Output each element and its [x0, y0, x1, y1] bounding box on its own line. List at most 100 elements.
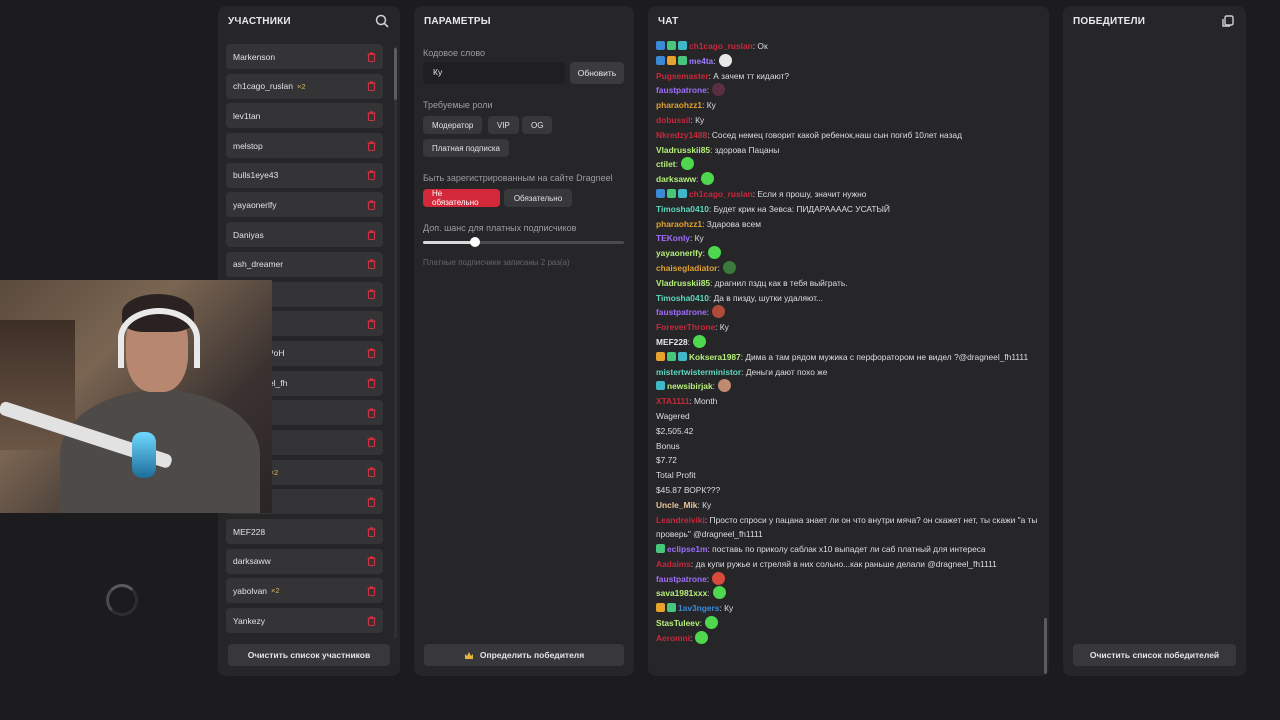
keyword-input[interactable]: Ку — [423, 62, 565, 84]
trash-icon[interactable] — [367, 586, 376, 596]
chat-username[interactable]: Timosha0410 — [656, 293, 709, 303]
copy-icon[interactable] — [1220, 13, 1236, 29]
chat-username[interactable]: newsibirjak — [667, 381, 713, 391]
chat-username[interactable]: MEF228 — [656, 337, 688, 347]
chat-username[interactable]: pharaohzz1 — [656, 100, 702, 110]
chat-username[interactable]: StasTuleev — [656, 618, 700, 628]
trash-icon[interactable] — [367, 318, 376, 329]
update-button[interactable]: Обновить — [570, 62, 624, 84]
participant-row[interactable]: lev1tan — [226, 103, 383, 129]
chat-username[interactable]: Nkredzy1488 — [656, 130, 707, 140]
chat-username[interactable]: Timosha0410 — [656, 204, 709, 214]
participants-scroll-thumb[interactable] — [394, 48, 397, 100]
chat-message: Pugsemaster: А зачем тт кидают? — [656, 69, 1039, 84]
chat-emote-icon — [712, 571, 726, 585]
chance-slider-fill — [423, 241, 476, 244]
chat-username[interactable]: ctilet — [656, 159, 676, 169]
determine-winner-button[interactable]: Определить победителя — [424, 644, 624, 666]
role-chip-paid-sub[interactable]: Платная подписка — [423, 139, 509, 157]
chat-text: : — [689, 632, 693, 643]
chat-username[interactable]: sava1981xxx — [656, 588, 707, 598]
participant-row[interactable]: darksaww — [226, 548, 383, 574]
chat-username[interactable]: me4ta — [689, 56, 713, 66]
participant-row[interactable]: Yankezy — [226, 608, 383, 634]
trash-icon[interactable] — [367, 140, 376, 151]
trash-icon[interactable] — [367, 111, 376, 121]
chat-username[interactable]: Uncle_Mik — [656, 500, 697, 510]
chat-username[interactable]: pharaohzz1 — [656, 219, 702, 229]
participant-row[interactable]: MEF228 — [226, 519, 383, 544]
trash-icon[interactable] — [367, 229, 376, 240]
chat-username[interactable]: Pugsemaster — [656, 71, 709, 81]
trash-icon[interactable] — [367, 497, 376, 507]
chat-badge-icon — [656, 55, 665, 65]
chat-username[interactable]: TEKonly — [656, 233, 690, 243]
participant-row[interactable]: yayaonerlfy — [226, 192, 383, 218]
trash-icon[interactable] — [367, 81, 376, 92]
chat-scroll-thumb[interactable] — [1044, 618, 1047, 674]
participant-row[interactable]: Daniyas — [226, 222, 383, 248]
participants-scrollbar[interactable] — [394, 46, 397, 638]
chat-scrollbar[interactable] — [1044, 36, 1047, 676]
participant-row[interactable]: yabolvan ×2 — [226, 578, 383, 604]
chat-username[interactable]: ch1cago_ruslan — [689, 189, 753, 199]
chat-username[interactable]: Vladrusskii85 — [656, 145, 710, 155]
chat-message: Aeromni: — [656, 630, 1039, 646]
chat-username[interactable]: ForeverThrone — [656, 322, 715, 332]
chat-text: : Сосед немец говорит какой ребенок,наш … — [707, 129, 962, 140]
trash-icon[interactable] — [367, 615, 376, 626]
chat-username[interactable]: Leandreiviki — [656, 515, 705, 525]
chat-username[interactable]: Aadaims — [656, 559, 691, 569]
trash-icon[interactable] — [367, 526, 376, 537]
chat-username[interactable]: yayaonerlfy — [656, 248, 703, 258]
trash-icon[interactable] — [367, 467, 376, 478]
role-chip-moderator[interactable]: Модератор — [423, 116, 483, 134]
trash-icon[interactable] — [367, 259, 376, 270]
registered-option-optional[interactable]: Не обязательно — [423, 189, 500, 207]
chat-username[interactable]: faustpatrone — [656, 307, 707, 317]
chat-text: $45.87 ВОРК??? — [656, 484, 721, 495]
participant-row[interactable]: ch1cago_ruslan ×2 — [226, 73, 383, 99]
trash-icon[interactable] — [367, 556, 376, 567]
chat-username[interactable]: ch1cago_ruslan — [689, 41, 753, 51]
chance-label: Доп. шанс для платных подписчиков — [423, 223, 577, 233]
trash-icon[interactable] — [367, 170, 376, 181]
chat-message: $45.87 ВОРК??? — [656, 483, 1039, 498]
chat-message: Aadaims: да купи ружье и стреляй в них с… — [656, 557, 1039, 572]
trash-icon[interactable] — [367, 200, 376, 210]
trash-icon[interactable] — [367, 348, 376, 359]
trash-icon[interactable] — [367, 378, 376, 389]
participant-row[interactable]: Markenson — [226, 44, 383, 69]
chat-message: Bonus — [656, 439, 1039, 454]
chat-username[interactable]: Aeromni — [656, 633, 690, 643]
chat-username[interactable]: mistertwisterministor — [656, 367, 741, 377]
chance-slider-knob[interactable] — [470, 237, 481, 247]
participant-row[interactable]: melstop — [226, 133, 383, 159]
chat-username[interactable]: faustpatrone — [656, 574, 707, 584]
participant-row[interactable]: ash_dreamer — [226, 251, 383, 277]
chat-message: Total Profit — [656, 468, 1039, 483]
chat-username[interactable]: XTA1111 — [656, 396, 689, 406]
chat-username[interactable]: Koksera1987 — [689, 352, 741, 362]
chat-username[interactable]: Vladrusskii85 — [656, 278, 710, 288]
role-chip-vip[interactable]: VIP — [488, 116, 519, 134]
chat-message: sava1981xxx: — [656, 586, 1039, 601]
chat-username[interactable]: eclipse1m — [667, 544, 708, 554]
chat-badge-icon — [667, 41, 676, 50]
chat-username[interactable]: faustpatrone — [656, 85, 707, 95]
chat-username[interactable]: chaisegladiator — [656, 263, 717, 273]
trash-icon[interactable] — [367, 289, 376, 299]
trash-icon[interactable] — [367, 51, 376, 62]
trash-icon[interactable] — [367, 408, 376, 418]
search-icon[interactable] — [374, 13, 390, 29]
registered-option-required[interactable]: Обязательно — [504, 189, 572, 207]
clear-participants-button[interactable]: Очистить список участников — [228, 644, 390, 666]
chat-username[interactable]: 1av3ngers — [678, 603, 719, 613]
role-chip-og[interactable]: OG — [522, 116, 553, 134]
chance-slider[interactable] — [423, 241, 624, 244]
chat-username[interactable]: dobussil — [656, 115, 690, 125]
clear-winners-button[interactable]: Очистить список победителей — [1073, 644, 1236, 666]
trash-icon[interactable] — [367, 437, 376, 448]
participant-row[interactable]: bulls1eye43 — [226, 162, 383, 188]
chat-username[interactable]: darksaww — [656, 174, 696, 184]
